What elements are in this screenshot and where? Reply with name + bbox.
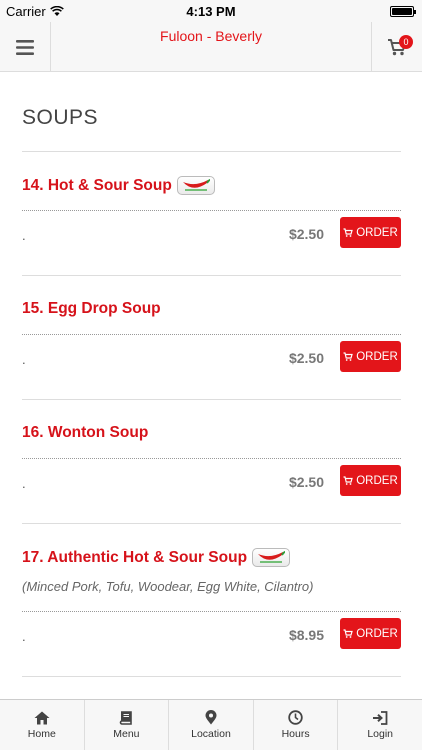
item-name[interactable]: 17. Authentic Hot & Sour Soup bbox=[22, 548, 291, 567]
tab-home[interactable]: Home bbox=[0, 700, 85, 750]
order-button[interactable]: ORDER bbox=[340, 618, 401, 649]
item-divider bbox=[22, 458, 401, 459]
cart-icon bbox=[343, 352, 354, 361]
item-name-label: 15. Egg Drop Soup bbox=[22, 300, 161, 317]
cart-icon bbox=[343, 476, 354, 485]
item-name[interactable]: 16. Wonton Soup bbox=[22, 424, 148, 442]
menu-content[interactable]: SOUPS 14. Hot & Sour Soup . $2.50 ORDER … bbox=[0, 73, 422, 699]
order-label: ORDER bbox=[356, 474, 398, 487]
tab-label: Hours bbox=[281, 728, 310, 740]
order-button[interactable]: ORDER bbox=[340, 465, 401, 496]
map-pin-icon bbox=[205, 710, 217, 725]
item-name-label: 17. Authentic Hot & Sour Soup bbox=[22, 548, 248, 566]
spicy-pepper-icon bbox=[252, 548, 291, 567]
battery-icon bbox=[390, 6, 416, 17]
order-label: ORDER bbox=[356, 627, 398, 640]
item-separator bbox=[22, 275, 401, 276]
nav-bar: Fuloon - Beverly 0 bbox=[0, 22, 422, 72]
item-price: $2.50 bbox=[288, 350, 324, 366]
order-button[interactable]: ORDER bbox=[340, 341, 401, 372]
item-divider bbox=[22, 334, 401, 335]
item-description: . bbox=[22, 228, 26, 243]
section-title: SOUPS bbox=[22, 106, 99, 129]
item-name[interactable]: 14. Hot & Sour Soup bbox=[22, 176, 215, 195]
item-divider bbox=[22, 611, 401, 612]
page-title: Fuloon - Beverly bbox=[160, 28, 262, 44]
tab-location[interactable]: Location bbox=[169, 700, 254, 750]
item-separator bbox=[22, 676, 401, 677]
home-icon bbox=[34, 711, 50, 724]
tab-bar: Home Menu Location Hours Login bbox=[0, 699, 422, 750]
item-separator bbox=[22, 523, 401, 524]
tab-login[interactable]: Login bbox=[338, 700, 422, 750]
hamburger-icon bbox=[16, 39, 34, 55]
item-description: . bbox=[22, 629, 26, 644]
tab-label: Login bbox=[367, 727, 394, 740]
item-description: . bbox=[22, 476, 26, 491]
tab-label: Home bbox=[27, 727, 56, 740]
cart-icon bbox=[343, 629, 354, 638]
cart-icon bbox=[343, 228, 354, 237]
item-divider bbox=[22, 210, 401, 211]
cart-button[interactable]: 0 bbox=[371, 22, 422, 72]
spicy-pepper-icon bbox=[176, 176, 215, 195]
section-divider bbox=[22, 151, 401, 152]
item-separator bbox=[22, 399, 401, 400]
item-ingredients: (Minced Pork, Tofu, Woodear, Egg White, … bbox=[22, 579, 314, 594]
menu-button[interactable] bbox=[0, 22, 51, 72]
tab-menu[interactable]: Menu bbox=[85, 700, 170, 750]
item-description: . bbox=[22, 352, 26, 367]
order-label: ORDER bbox=[356, 350, 398, 363]
tab-hours[interactable]: Hours bbox=[254, 700, 339, 750]
item-price: $8.95 bbox=[288, 627, 324, 643]
tab-label: Menu bbox=[113, 727, 140, 740]
item-name-label: 16. Wonton Soup bbox=[22, 424, 149, 441]
status-bar: Carrier 4:13 PM bbox=[0, 0, 422, 22]
order-label: ORDER bbox=[356, 226, 398, 239]
order-button[interactable]: ORDER bbox=[340, 217, 401, 248]
item-name-label: 14. Hot & Sour Soup bbox=[22, 176, 172, 194]
tab-label: Location bbox=[191, 728, 231, 740]
item-name[interactable]: 15. Egg Drop Soup bbox=[22, 300, 161, 318]
clock-icon bbox=[288, 710, 303, 725]
cart-count-badge: 0 bbox=[399, 35, 413, 49]
status-time: 4:13 PM bbox=[186, 4, 236, 19]
login-icon bbox=[373, 710, 388, 725]
item-price: $2.50 bbox=[288, 226, 324, 242]
book-icon bbox=[120, 710, 133, 725]
item-price: $2.50 bbox=[288, 474, 324, 490]
